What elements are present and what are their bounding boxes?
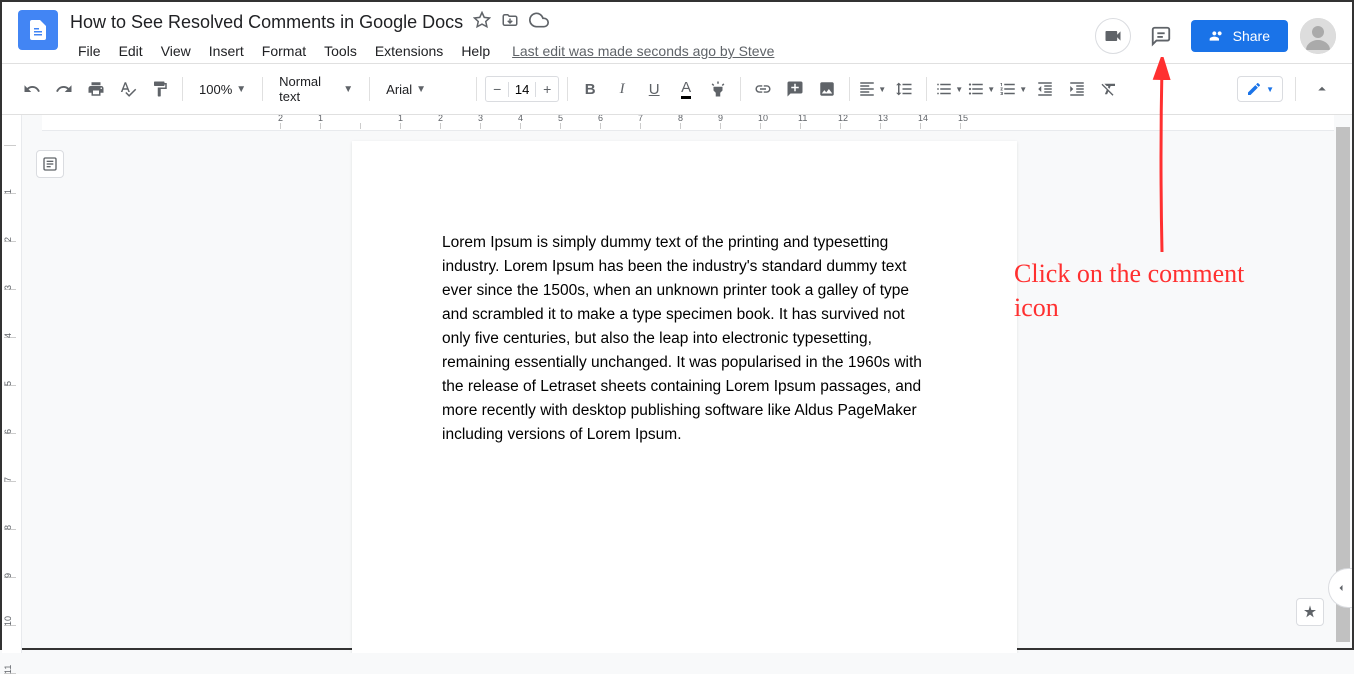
link-icon[interactable] xyxy=(749,75,777,103)
menu-help[interactable]: Help xyxy=(453,39,498,63)
menu-edit[interactable]: Edit xyxy=(111,39,151,63)
body-text[interactable]: Lorem Ipsum is simply dummy text of the … xyxy=(442,231,927,447)
menu-view[interactable]: View xyxy=(153,39,199,63)
user-avatar[interactable] xyxy=(1300,18,1336,54)
text-color-icon[interactable]: A xyxy=(672,75,700,103)
menu-insert[interactable]: Insert xyxy=(201,39,252,63)
font-select[interactable]: Arial▼ xyxy=(378,78,468,101)
vertical-scrollbar[interactable] xyxy=(1336,127,1350,642)
docs-logo-icon[interactable] xyxy=(18,10,58,50)
font-size-increase[interactable]: + xyxy=(536,77,558,101)
toolbar: 100%▼ Normal text▼ Arial▼ − 14 + B I U A… xyxy=(2,64,1352,115)
workspace: 21123456789101112131415 Lorem Ipsum is s… xyxy=(2,115,1352,653)
checklist-icon[interactable]: ▼ xyxy=(935,75,963,103)
font-size-value[interactable]: 14 xyxy=(508,82,536,97)
last-edit-link[interactable]: Last edit was made seconds ago by Steve xyxy=(512,43,774,59)
italic-icon[interactable]: I xyxy=(608,75,636,103)
print-icon[interactable] xyxy=(82,75,110,103)
bullet-list-icon[interactable]: ▼ xyxy=(967,75,995,103)
share-label: Share xyxy=(1233,28,1270,44)
font-size-control: − 14 + xyxy=(485,76,559,102)
star-icon[interactable] xyxy=(473,11,491,34)
share-button[interactable]: Share xyxy=(1191,20,1288,52)
paint-format-icon[interactable] xyxy=(146,75,174,103)
font-size-decrease[interactable]: − xyxy=(486,77,508,101)
document-page[interactable]: Lorem Ipsum is simply dummy text of the … xyxy=(352,141,1017,653)
decrease-indent-icon[interactable] xyxy=(1031,75,1059,103)
bold-icon[interactable]: B xyxy=(576,75,604,103)
editing-mode-button[interactable]: ▼ xyxy=(1237,76,1283,102)
spellcheck-icon[interactable] xyxy=(114,75,142,103)
horizontal-ruler[interactable]: 21123456789101112131415 xyxy=(42,115,1334,131)
menu-file[interactable]: File xyxy=(70,39,109,63)
collapse-toolbar-icon[interactable] xyxy=(1308,75,1336,103)
clear-formatting-icon[interactable] xyxy=(1095,75,1123,103)
numbered-list-icon[interactable]: ▼ xyxy=(999,75,1027,103)
insert-image-icon[interactable] xyxy=(813,75,841,103)
underline-icon[interactable]: U xyxy=(640,75,668,103)
header-main: How to See Resolved Comments in Google D… xyxy=(70,10,1083,63)
menu-bar: File Edit View Insert Format Tools Exten… xyxy=(70,39,1083,63)
explore-button[interactable] xyxy=(1296,598,1324,626)
zoom-select[interactable]: 100%▼ xyxy=(191,78,254,101)
header-right: Share xyxy=(1095,10,1336,54)
meet-icon[interactable] xyxy=(1095,18,1131,54)
app-header: How to See Resolved Comments in Google D… xyxy=(2,2,1352,64)
style-select[interactable]: Normal text▼ xyxy=(271,70,361,108)
increase-indent-icon[interactable] xyxy=(1063,75,1091,103)
comment-history-icon[interactable] xyxy=(1143,18,1179,54)
vertical-ruler[interactable] xyxy=(2,115,22,653)
move-icon[interactable] xyxy=(501,11,519,34)
canvas[interactable]: 21123456789101112131415 Lorem Ipsum is s… xyxy=(22,115,1352,653)
outline-button[interactable] xyxy=(36,150,64,178)
menu-format[interactable]: Format xyxy=(254,39,314,63)
line-spacing-icon[interactable] xyxy=(890,75,918,103)
document-title[interactable]: How to See Resolved Comments in Google D… xyxy=(70,12,463,33)
add-comment-icon[interactable] xyxy=(781,75,809,103)
highlight-icon[interactable] xyxy=(704,75,732,103)
undo-icon[interactable] xyxy=(18,75,46,103)
redo-icon[interactable] xyxy=(50,75,78,103)
cloud-status-icon[interactable] xyxy=(529,10,549,35)
menu-tools[interactable]: Tools xyxy=(316,39,365,63)
align-icon[interactable]: ▼ xyxy=(858,75,886,103)
menu-extensions[interactable]: Extensions xyxy=(367,39,451,63)
